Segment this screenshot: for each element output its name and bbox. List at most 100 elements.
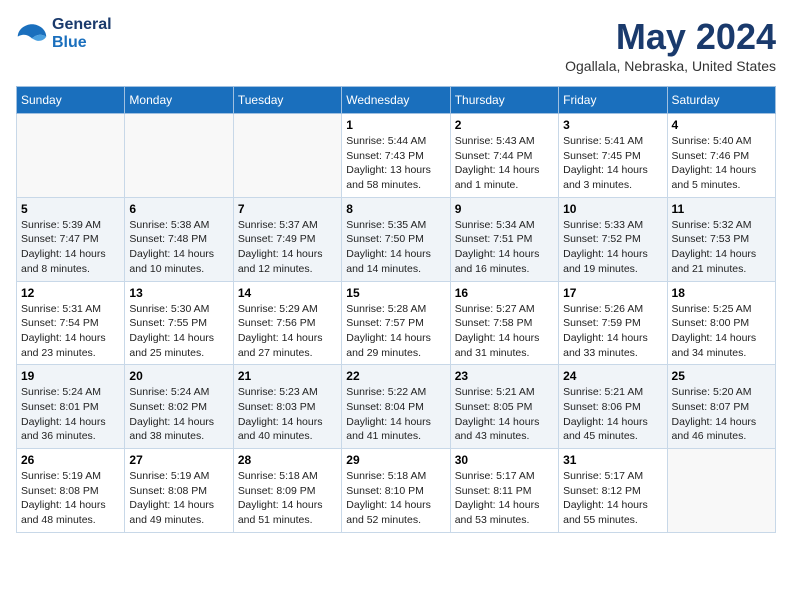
- calendar-cell: 25Sunrise: 5:20 AMSunset: 8:07 PMDayligh…: [667, 365, 775, 449]
- day-info: Sunrise: 5:43 AMSunset: 7:44 PMDaylight:…: [455, 134, 554, 193]
- day-number: 9: [455, 202, 554, 216]
- sunrise-text: Sunrise: 5:25 AM: [672, 302, 771, 317]
- sunrise-text: Sunrise: 5:19 AM: [21, 469, 120, 484]
- calendar-cell: 5Sunrise: 5:39 AMSunset: 7:47 PMDaylight…: [17, 197, 125, 281]
- day-number: 28: [238, 453, 337, 467]
- sunrise-text: Sunrise: 5:31 AM: [21, 302, 120, 317]
- day-info: Sunrise: 5:29 AMSunset: 7:56 PMDaylight:…: [238, 302, 337, 361]
- daylight-text: Daylight: 14 hours and 5 minutes.: [672, 163, 771, 192]
- daylight-text: Daylight: 14 hours and 36 minutes.: [21, 415, 120, 444]
- daylight-text: Daylight: 14 hours and 19 minutes.: [563, 247, 662, 276]
- day-number: 23: [455, 369, 554, 383]
- day-info: Sunrise: 5:33 AMSunset: 7:52 PMDaylight:…: [563, 218, 662, 277]
- sunset-text: Sunset: 7:51 PM: [455, 232, 554, 247]
- sunset-text: Sunset: 7:48 PM: [129, 232, 228, 247]
- daylight-text: Daylight: 14 hours and 51 minutes.: [238, 498, 337, 527]
- calendar-cell: 10Sunrise: 5:33 AMSunset: 7:52 PMDayligh…: [559, 197, 667, 281]
- day-number: 6: [129, 202, 228, 216]
- sunset-text: Sunset: 7:46 PM: [672, 149, 771, 164]
- sunrise-text: Sunrise: 5:27 AM: [455, 302, 554, 317]
- sunset-text: Sunset: 8:02 PM: [129, 400, 228, 415]
- sunset-text: Sunset: 7:45 PM: [563, 149, 662, 164]
- sunset-text: Sunset: 8:08 PM: [129, 484, 228, 499]
- sunrise-text: Sunrise: 5:34 AM: [455, 218, 554, 233]
- calendar-cell: 31Sunrise: 5:17 AMSunset: 8:12 PMDayligh…: [559, 449, 667, 533]
- day-info: Sunrise: 5:30 AMSunset: 7:55 PMDaylight:…: [129, 302, 228, 361]
- calendar-cell: [667, 449, 775, 533]
- weekday-header-tuesday: Tuesday: [233, 87, 341, 114]
- sunrise-text: Sunrise: 5:37 AM: [238, 218, 337, 233]
- calendar-cell: 13Sunrise: 5:30 AMSunset: 7:55 PMDayligh…: [125, 281, 233, 365]
- day-number: 26: [21, 453, 120, 467]
- sunset-text: Sunset: 8:08 PM: [21, 484, 120, 499]
- logo-line1: General: [52, 16, 112, 33]
- sunset-text: Sunset: 7:52 PM: [563, 232, 662, 247]
- sunset-text: Sunset: 7:44 PM: [455, 149, 554, 164]
- sunrise-text: Sunrise: 5:40 AM: [672, 134, 771, 149]
- sunrise-text: Sunrise: 5:30 AM: [129, 302, 228, 317]
- daylight-text: Daylight: 14 hours and 48 minutes.: [21, 498, 120, 527]
- calendar-cell: 30Sunrise: 5:17 AMSunset: 8:11 PMDayligh…: [450, 449, 558, 533]
- sunrise-text: Sunrise: 5:26 AM: [563, 302, 662, 317]
- page-header: General Blue May 2024 Ogallala, Nebraska…: [16, 16, 776, 74]
- day-number: 7: [238, 202, 337, 216]
- calendar-cell: [233, 114, 341, 198]
- sunset-text: Sunset: 8:10 PM: [346, 484, 445, 499]
- sunrise-text: Sunrise: 5:28 AM: [346, 302, 445, 317]
- weekday-header-row: SundayMondayTuesdayWednesdayThursdayFrid…: [17, 87, 776, 114]
- sunset-text: Sunset: 8:12 PM: [563, 484, 662, 499]
- sunrise-text: Sunrise: 5:17 AM: [563, 469, 662, 484]
- daylight-text: Daylight: 14 hours and 38 minutes.: [129, 415, 228, 444]
- calendar-cell: 7Sunrise: 5:37 AMSunset: 7:49 PMDaylight…: [233, 197, 341, 281]
- sunset-text: Sunset: 8:01 PM: [21, 400, 120, 415]
- sunset-text: Sunset: 7:43 PM: [346, 149, 445, 164]
- sunset-text: Sunset: 8:09 PM: [238, 484, 337, 499]
- calendar-cell: 17Sunrise: 5:26 AMSunset: 7:59 PMDayligh…: [559, 281, 667, 365]
- sunset-text: Sunset: 8:11 PM: [455, 484, 554, 499]
- sunset-text: Sunset: 7:50 PM: [346, 232, 445, 247]
- sunset-text: Sunset: 7:57 PM: [346, 316, 445, 331]
- sunset-text: Sunset: 8:00 PM: [672, 316, 771, 331]
- day-number: 12: [21, 286, 120, 300]
- calendar-cell: 12Sunrise: 5:31 AMSunset: 7:54 PMDayligh…: [17, 281, 125, 365]
- day-info: Sunrise: 5:25 AMSunset: 8:00 PMDaylight:…: [672, 302, 771, 361]
- weekday-header-sunday: Sunday: [17, 87, 125, 114]
- sunrise-text: Sunrise: 5:33 AM: [563, 218, 662, 233]
- sunrise-text: Sunrise: 5:43 AM: [455, 134, 554, 149]
- day-info: Sunrise: 5:35 AMSunset: 7:50 PMDaylight:…: [346, 218, 445, 277]
- day-number: 11: [672, 202, 771, 216]
- calendar-cell: 2Sunrise: 5:43 AMSunset: 7:44 PMDaylight…: [450, 114, 558, 198]
- sunrise-text: Sunrise: 5:41 AM: [563, 134, 662, 149]
- calendar-cell: 24Sunrise: 5:21 AMSunset: 8:06 PMDayligh…: [559, 365, 667, 449]
- day-info: Sunrise: 5:22 AMSunset: 8:04 PMDaylight:…: [346, 385, 445, 444]
- daylight-text: Daylight: 14 hours and 45 minutes.: [563, 415, 662, 444]
- calendar-week-row: 5Sunrise: 5:39 AMSunset: 7:47 PMDaylight…: [17, 197, 776, 281]
- day-info: Sunrise: 5:40 AMSunset: 7:46 PMDaylight:…: [672, 134, 771, 193]
- day-info: Sunrise: 5:39 AMSunset: 7:47 PMDaylight:…: [21, 218, 120, 277]
- sunset-text: Sunset: 8:04 PM: [346, 400, 445, 415]
- daylight-text: Daylight: 14 hours and 16 minutes.: [455, 247, 554, 276]
- day-info: Sunrise: 5:18 AMSunset: 8:10 PMDaylight:…: [346, 469, 445, 528]
- weekday-header-monday: Monday: [125, 87, 233, 114]
- day-number: 27: [129, 453, 228, 467]
- day-number: 19: [21, 369, 120, 383]
- day-info: Sunrise: 5:34 AMSunset: 7:51 PMDaylight:…: [455, 218, 554, 277]
- day-number: 20: [129, 369, 228, 383]
- day-info: Sunrise: 5:19 AMSunset: 8:08 PMDaylight:…: [129, 469, 228, 528]
- logo-line2: Blue: [52, 34, 87, 51]
- calendar-cell: 20Sunrise: 5:24 AMSunset: 8:02 PMDayligh…: [125, 365, 233, 449]
- daylight-text: Daylight: 14 hours and 34 minutes.: [672, 331, 771, 360]
- day-info: Sunrise: 5:21 AMSunset: 8:05 PMDaylight:…: [455, 385, 554, 444]
- calendar-week-row: 19Sunrise: 5:24 AMSunset: 8:01 PMDayligh…: [17, 365, 776, 449]
- calendar-cell: 16Sunrise: 5:27 AMSunset: 7:58 PMDayligh…: [450, 281, 558, 365]
- logo: General Blue: [16, 16, 112, 53]
- day-number: 3: [563, 118, 662, 132]
- day-info: Sunrise: 5:27 AMSunset: 7:58 PMDaylight:…: [455, 302, 554, 361]
- daylight-text: Daylight: 14 hours and 33 minutes.: [563, 331, 662, 360]
- calendar-cell: 28Sunrise: 5:18 AMSunset: 8:09 PMDayligh…: [233, 449, 341, 533]
- daylight-text: Daylight: 14 hours and 10 minutes.: [129, 247, 228, 276]
- sunrise-text: Sunrise: 5:32 AM: [672, 218, 771, 233]
- daylight-text: Daylight: 14 hours and 25 minutes.: [129, 331, 228, 360]
- day-number: 17: [563, 286, 662, 300]
- calendar-cell: 4Sunrise: 5:40 AMSunset: 7:46 PMDaylight…: [667, 114, 775, 198]
